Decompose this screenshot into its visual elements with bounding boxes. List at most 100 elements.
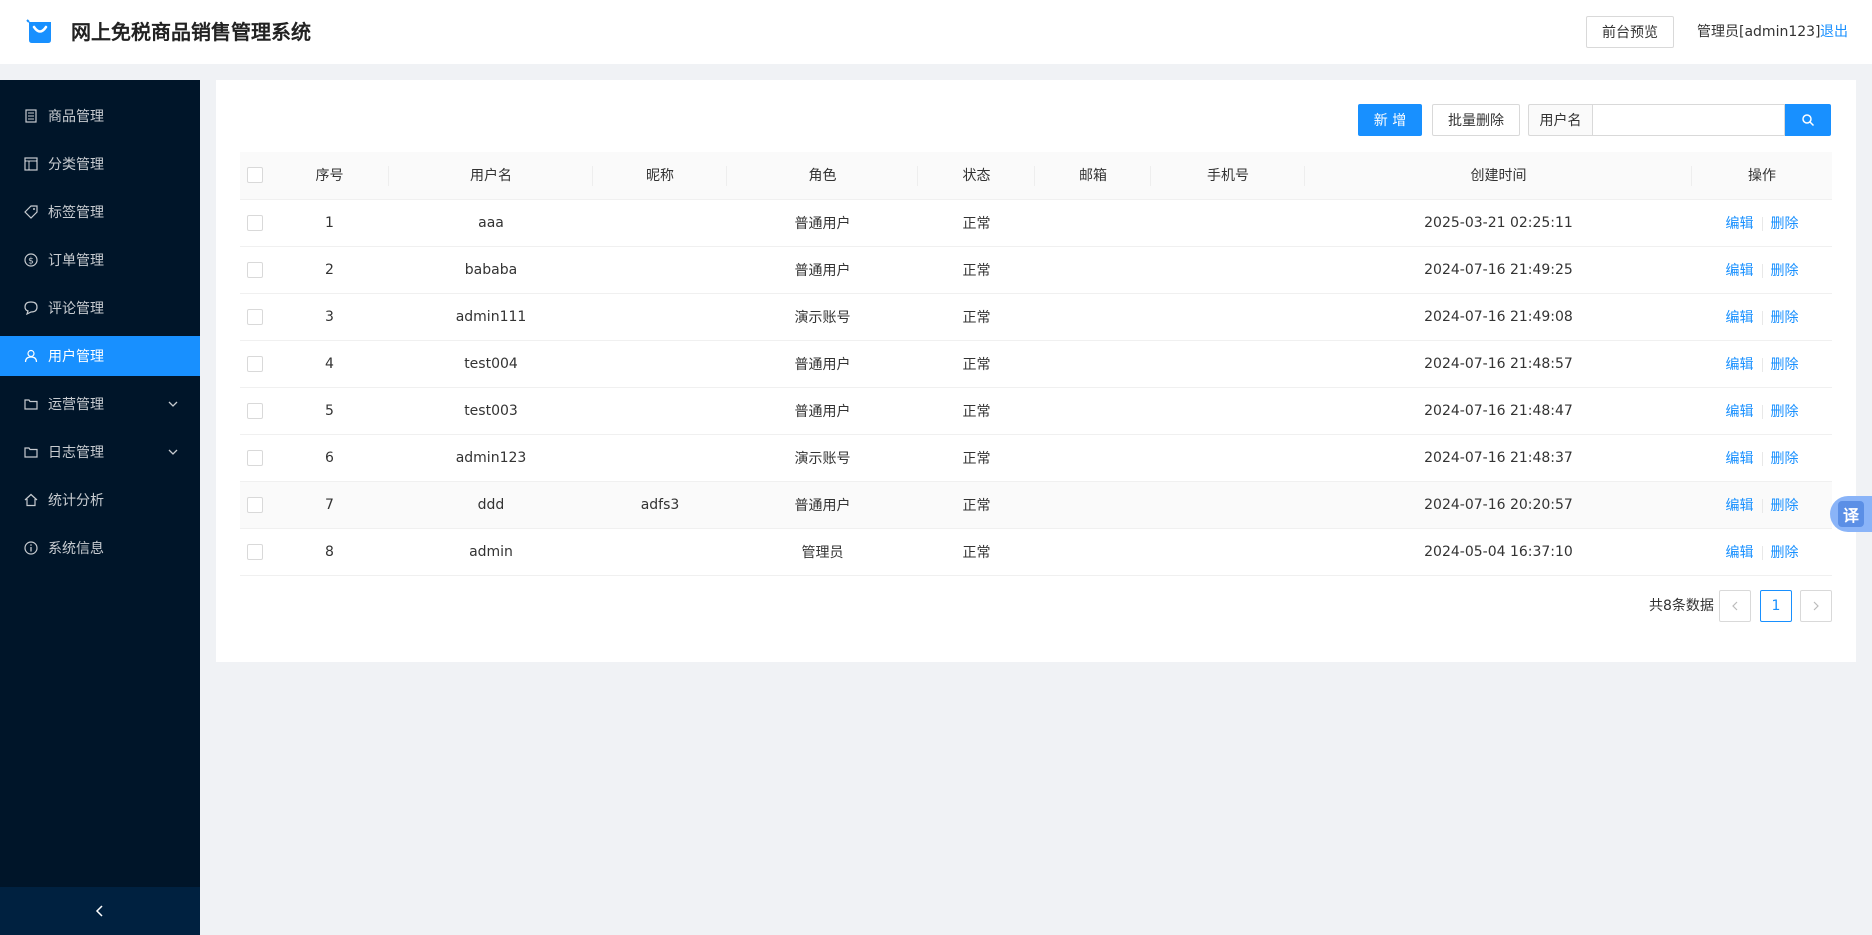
table-row: 8 admin 管理员 正常 2024-05-04 16:37:10 编辑 删除 [240, 528, 1832, 576]
row-select-cell [240, 434, 270, 482]
sidebar-item-order[interactable]: $ 订单管理 [0, 240, 200, 280]
frontend-preview-button[interactable]: 前台预览 [1586, 16, 1674, 48]
username-search-group: 用户名 [1528, 104, 1831, 136]
col-header-status: 状态 [918, 152, 1035, 200]
cell-phone [1151, 528, 1305, 576]
row-checkbox[interactable] [247, 261, 263, 278]
cell-status: 正常 [918, 246, 1035, 294]
cell-status: 正常 [918, 434, 1035, 482]
col-header-nickname: 昵称 [593, 152, 727, 200]
table-row: 4 test004 普通用户 正常 2024-07-16 21:48:57 编辑 删除 [240, 340, 1832, 388]
row-select-cell [240, 246, 270, 294]
row-checkbox[interactable] [247, 543, 263, 560]
cell-no: 5 [270, 387, 389, 435]
home-icon [24, 493, 38, 507]
sidebar-item-comment[interactable]: 评论管理 [0, 288, 200, 328]
cell-phone [1151, 387, 1305, 435]
sidebar-item-operation[interactable]: 运营管理 [0, 384, 200, 424]
edit-link[interactable]: 编辑 [1726, 404, 1754, 420]
action-divider [1761, 498, 1763, 513]
select-all-checkbox[interactable] [247, 167, 263, 184]
delete-link[interactable]: 删除 [1771, 404, 1799, 420]
cell-email [1035, 340, 1151, 388]
sidebar-item-tag[interactable]: 标签管理 [0, 192, 200, 232]
cell-username: admin111 [389, 293, 593, 341]
add-button[interactable]: 新 增 [1358, 104, 1422, 136]
cell-email [1035, 481, 1151, 529]
cell-no: 6 [270, 434, 389, 482]
delete-link[interactable]: 删除 [1771, 357, 1799, 373]
cell-phone [1151, 434, 1305, 482]
row-checkbox[interactable] [247, 214, 263, 231]
sidebar: 商品管理 分类管理 标签管理 $ 订单管理 评论管理 用户管理 运营管理 日志管… [0, 80, 200, 935]
cell-role: 普通用户 [727, 481, 918, 529]
cell-phone [1151, 293, 1305, 341]
edit-link[interactable]: 编辑 [1726, 310, 1754, 326]
chevron-down-icon [168, 449, 178, 455]
sidebar-item-label: 分类管理 [48, 157, 104, 173]
delete-link[interactable]: 删除 [1771, 498, 1799, 514]
cell-nickname [593, 293, 727, 341]
pagination-total: 共8条数据 [1649, 598, 1714, 614]
row-checkbox[interactable] [247, 496, 263, 513]
sidebar-item-label: 日志管理 [48, 445, 104, 461]
sidebar-item-goods[interactable]: 商品管理 [0, 96, 200, 136]
row-checkbox[interactable] [247, 308, 263, 325]
action-divider [1761, 216, 1763, 231]
edit-link[interactable]: 编辑 [1726, 545, 1754, 561]
cell-actions: 编辑 删除 [1692, 199, 1832, 247]
delete-link[interactable]: 删除 [1771, 451, 1799, 467]
cell-nickname [593, 246, 727, 294]
sidebar-item-log[interactable]: 日志管理 [0, 432, 200, 472]
edit-link[interactable]: 编辑 [1726, 216, 1754, 232]
sidebar-item-category[interactable]: 分类管理 [0, 144, 200, 184]
row-checkbox[interactable] [247, 355, 263, 372]
edit-link[interactable]: 编辑 [1726, 451, 1754, 467]
table-header-row: 序号 用户名 昵称 角色 状态 邮箱 手机号 创建时间 操作 [240, 152, 1832, 200]
comment-icon [24, 301, 38, 315]
edit-link[interactable]: 编辑 [1726, 498, 1754, 514]
cell-status: 正常 [918, 293, 1035, 341]
sidebar-item-statistics[interactable]: 统计分析 [0, 480, 200, 520]
row-checkbox[interactable] [247, 449, 263, 466]
cell-role: 管理员 [727, 528, 918, 576]
delete-link[interactable]: 删除 [1771, 216, 1799, 232]
delete-link[interactable]: 删除 [1771, 263, 1799, 279]
delete-link[interactable]: 删除 [1771, 310, 1799, 326]
admin-label: 管理员[admin123] [1697, 24, 1821, 40]
sidebar-collapse-button[interactable] [0, 887, 200, 935]
translate-icon: 译 [1838, 501, 1864, 527]
cell-email [1035, 293, 1151, 341]
col-header-created: 创建时间 [1305, 152, 1692, 200]
edit-link[interactable]: 编辑 [1726, 263, 1754, 279]
cell-actions: 编辑 删除 [1692, 340, 1832, 388]
cell-no: 1 [270, 199, 389, 247]
cell-username: test003 [389, 387, 593, 435]
search-button[interactable] [1785, 104, 1831, 136]
sidebar-item-user[interactable]: 用户管理 [0, 336, 200, 376]
pagination-next-button[interactable] [1800, 590, 1832, 622]
chevron-left-icon [1732, 601, 1738, 611]
cell-username: admin123 [389, 434, 593, 482]
translate-floating-button[interactable]: 译 [1830, 496, 1872, 532]
username-search-input[interactable] [1592, 104, 1785, 136]
delete-link[interactable]: 删除 [1771, 545, 1799, 561]
action-divider [1761, 310, 1763, 325]
edit-link[interactable]: 编辑 [1726, 357, 1754, 373]
cell-email [1035, 387, 1151, 435]
pagination-page-1[interactable]: 1 [1760, 590, 1792, 622]
sidebar-item-system-info[interactable]: 系统信息 [0, 528, 200, 568]
batch-delete-button[interactable]: 批量删除 [1432, 104, 1520, 136]
pagination-prev-button[interactable] [1719, 590, 1751, 622]
sidebar-item-label: 标签管理 [48, 205, 104, 221]
table-row: 5 test003 普通用户 正常 2024-07-16 21:48:47 编辑 删除 [240, 387, 1832, 435]
row-checkbox[interactable] [247, 402, 263, 419]
sidebar-item-label: 系统信息 [48, 541, 104, 557]
sidebar-menu: 商品管理 分类管理 标签管理 $ 订单管理 评论管理 用户管理 运营管理 日志管… [0, 80, 200, 568]
action-divider [1761, 263, 1763, 278]
cell-created: 2025-03-21 02:25:11 [1305, 199, 1692, 247]
cell-created: 2024-07-16 21:48:37 [1305, 434, 1692, 482]
logout-link[interactable]: 退出 [1820, 22, 1848, 42]
table-row: 3 admin111 演示账号 正常 2024-07-16 21:49:08 编辑 删除 [240, 293, 1832, 341]
cell-no: 4 [270, 340, 389, 388]
